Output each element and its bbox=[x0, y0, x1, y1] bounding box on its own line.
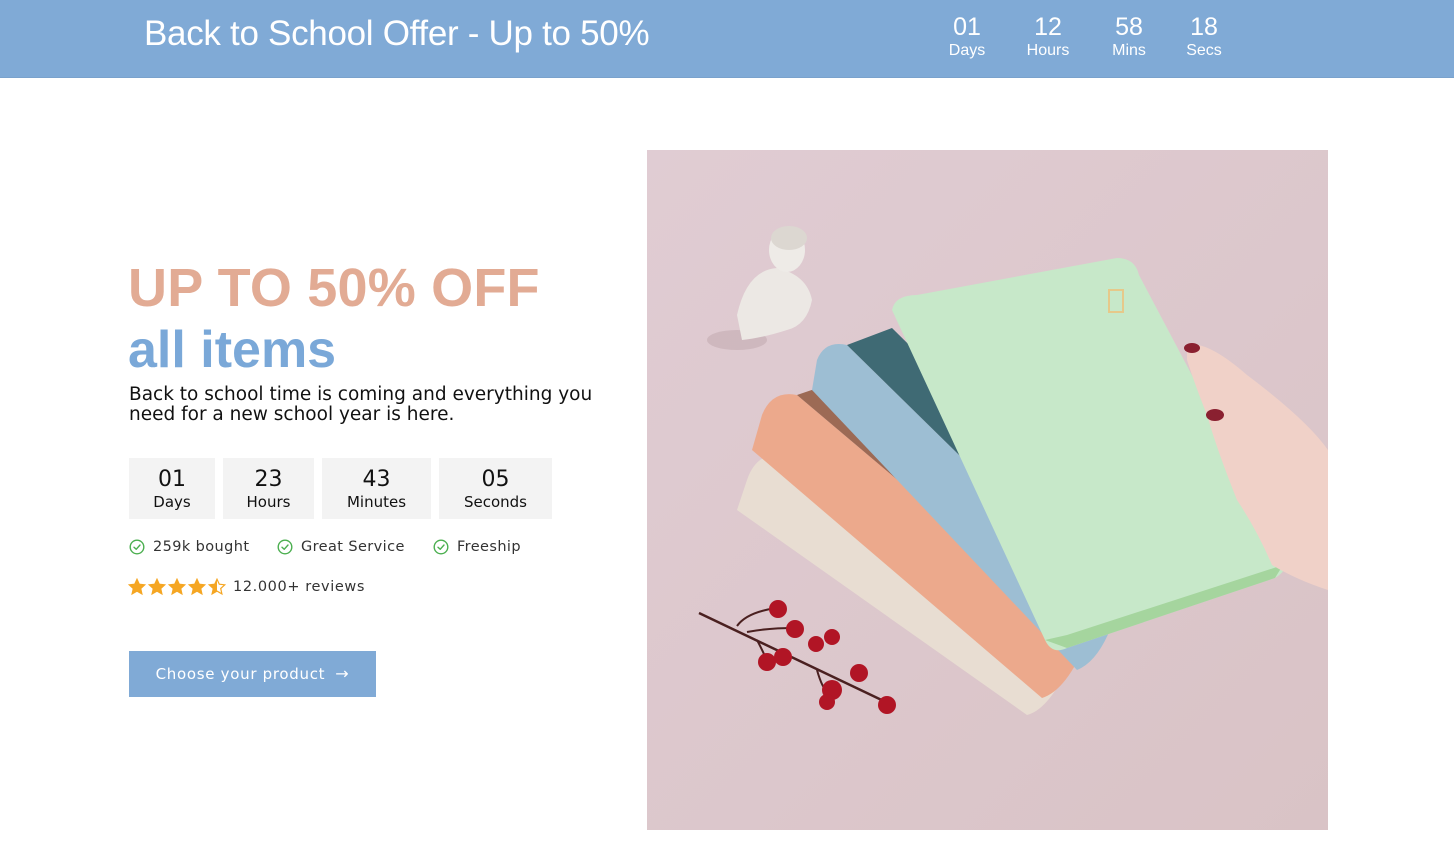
countdown-value: 01 bbox=[158, 467, 186, 492]
star-full-icon bbox=[168, 578, 186, 596]
countdown-label: Minutes bbox=[346, 493, 407, 511]
check-circle-icon bbox=[129, 539, 145, 555]
star-rating bbox=[128, 578, 226, 596]
announcement-bar: Back to School Offer - Up to 50% 01 Days… bbox=[0, 0, 1454, 78]
hero-product-image bbox=[647, 150, 1328, 830]
check-circle-icon bbox=[433, 539, 449, 555]
countdown-mins: 58 Mins bbox=[1089, 12, 1169, 62]
feature-label: Freeship bbox=[457, 539, 521, 555]
hero-description: Back to school time is coming and everyt… bbox=[129, 384, 593, 425]
star-full-icon bbox=[188, 578, 206, 596]
countdown-secs: 18 Secs bbox=[1164, 12, 1244, 62]
countdown-label: Seconds bbox=[463, 493, 528, 511]
rating: 12.000+ reviews bbox=[128, 577, 365, 597]
countdown-label: Days bbox=[948, 42, 986, 59]
countdown-value: 18 bbox=[1190, 13, 1218, 41]
countdown-label: Days bbox=[153, 493, 191, 511]
feature-label: Great Service bbox=[301, 539, 405, 555]
notebooks-illustration bbox=[647, 150, 1328, 830]
countdown-value: 43 bbox=[362, 467, 391, 492]
countdown-label: Secs bbox=[1186, 42, 1222, 59]
hero-heading: UP TO 50% OFF bbox=[128, 258, 540, 318]
star-full-icon bbox=[128, 578, 146, 596]
countdown-label: Mins bbox=[1112, 42, 1146, 59]
countdown-hours: 12 Hours bbox=[1008, 12, 1088, 62]
countdown-label: Hours bbox=[246, 493, 291, 511]
arrow-right-icon: → bbox=[335, 664, 350, 683]
countdown-value: 12 bbox=[1034, 13, 1062, 41]
star-full-icon bbox=[148, 578, 166, 596]
hero-subheading: all items bbox=[128, 321, 337, 379]
hero-countdown-minutes: 43 Minutes bbox=[322, 458, 431, 519]
button-label: Choose your product bbox=[155, 665, 326, 683]
reviews-count: 12.000+ reviews bbox=[233, 579, 366, 595]
hero-countdown-seconds: 05 Seconds bbox=[439, 458, 552, 519]
choose-product-button[interactable]: Choose your product → bbox=[129, 651, 376, 697]
feature-label: 259k bought bbox=[153, 539, 250, 555]
feature-service: Great Service bbox=[277, 537, 405, 557]
hero-countdown-days: 01 Days bbox=[129, 458, 215, 519]
countdown-value: 05 bbox=[481, 467, 510, 492]
feature-bought: 259k bought bbox=[129, 537, 249, 557]
hero-countdown-hours: 23 Hours bbox=[223, 458, 314, 519]
countdown-value: 01 bbox=[953, 13, 981, 41]
countdown-value: 58 bbox=[1115, 13, 1143, 41]
countdown-days: 01 Days bbox=[927, 12, 1007, 62]
feature-freeship: Freeship bbox=[433, 537, 521, 557]
star-half-icon bbox=[208, 578, 226, 596]
announcement-title: Back to School Offer - Up to 50% bbox=[144, 14, 650, 53]
countdown-value: 23 bbox=[254, 467, 283, 492]
check-circle-icon bbox=[277, 539, 293, 555]
countdown-label: Hours bbox=[1026, 42, 1070, 59]
